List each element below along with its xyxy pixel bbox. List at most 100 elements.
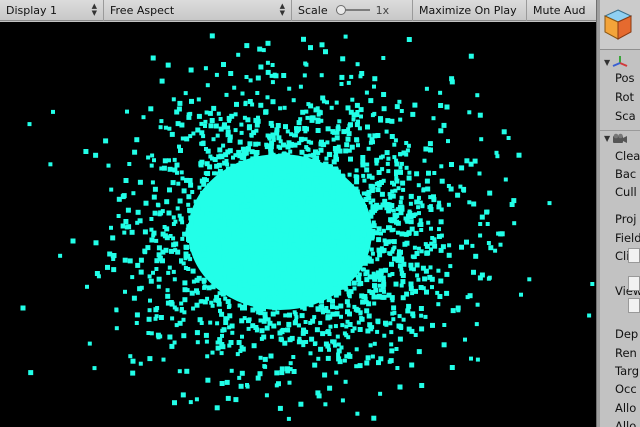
particle <box>234 101 239 107</box>
particle <box>177 198 183 204</box>
viewport-w-field[interactable] <box>628 298 640 313</box>
particle <box>345 319 350 324</box>
particle <box>325 126 331 132</box>
particle <box>447 243 452 248</box>
clipping-near-field[interactable] <box>628 248 640 263</box>
foldout-arrow-icon[interactable]: ▼ <box>604 134 610 143</box>
particle <box>318 172 323 177</box>
particle <box>335 126 341 132</box>
particle <box>288 361 293 366</box>
foldout-arrow-icon[interactable]: ▼ <box>604 58 610 67</box>
particle <box>283 278 289 283</box>
particle <box>396 230 400 235</box>
particle <box>245 178 250 183</box>
particle <box>277 242 282 247</box>
particle <box>375 203 380 208</box>
particle <box>184 136 190 142</box>
transform-section-header[interactable]: ▼ <box>600 54 640 70</box>
particle <box>299 313 305 319</box>
particle <box>265 40 271 46</box>
viewport-x-field[interactable] <box>628 276 640 291</box>
particle <box>179 170 184 175</box>
particle <box>190 190 195 194</box>
particle <box>170 316 175 321</box>
particle <box>185 233 190 238</box>
particle <box>237 139 243 145</box>
particle <box>314 282 319 287</box>
particle <box>233 184 239 190</box>
particle <box>413 230 419 236</box>
particle <box>356 119 360 124</box>
particle <box>190 268 196 274</box>
particle <box>270 198 275 203</box>
particle <box>341 283 346 287</box>
particle <box>289 335 295 341</box>
mute-audio-toggle[interactable]: Mute Aud <box>527 0 587 21</box>
camera-section-header[interactable]: ▼ <box>600 130 640 146</box>
particle <box>310 275 316 281</box>
particle <box>486 276 491 281</box>
particle <box>448 264 453 269</box>
particle <box>436 268 441 273</box>
particle <box>351 214 357 220</box>
particle <box>340 398 345 403</box>
particle <box>204 110 209 115</box>
particle <box>392 142 397 147</box>
particle <box>141 115 146 120</box>
particle <box>420 203 425 208</box>
scale-slider-thumb[interactable] <box>335 5 346 15</box>
particle <box>499 231 505 237</box>
particle <box>425 186 431 192</box>
particle <box>392 212 397 217</box>
particle <box>271 287 277 293</box>
particle <box>260 249 266 255</box>
particle <box>172 400 177 406</box>
particle <box>130 358 136 364</box>
camera-prop-occlusion-culling: Occ <box>615 382 637 396</box>
particle <box>357 248 363 254</box>
particle <box>400 270 405 275</box>
updown-arrows-icon: ▲ ▼ <box>91 2 97 17</box>
particle <box>180 236 185 241</box>
game-view-toolbar: Display 1 ▲ ▼ Free Aspect ▲ ▼ Scale 1x Max… <box>0 0 596 21</box>
maximize-on-play-toggle[interactable]: Maximize On Play <box>413 0 527 21</box>
particle <box>323 49 328 55</box>
particle <box>292 201 297 206</box>
particle <box>239 260 244 265</box>
particle <box>415 273 420 278</box>
particle <box>398 210 404 216</box>
particle <box>317 224 322 228</box>
game-viewport[interactable] <box>0 22 596 427</box>
particle <box>341 174 346 179</box>
particle <box>327 314 333 320</box>
particle <box>192 238 198 244</box>
particle <box>135 262 141 268</box>
particle <box>488 245 494 251</box>
camera-prop-target-texture: Targ <box>615 364 639 378</box>
particle <box>315 203 321 208</box>
particle <box>171 242 177 248</box>
particle <box>290 260 295 265</box>
particle <box>245 117 251 123</box>
particle <box>221 143 226 148</box>
aspect-dropdown[interactable]: Free Aspect ▲ ▼ <box>104 0 292 21</box>
particle <box>48 162 53 167</box>
particle <box>503 177 508 182</box>
particle <box>388 239 393 244</box>
particle <box>382 289 386 294</box>
particle <box>322 233 328 239</box>
particle <box>263 162 268 168</box>
particle <box>169 301 175 307</box>
particle <box>392 245 397 250</box>
particle <box>376 360 381 366</box>
particle <box>273 235 279 241</box>
scale-slider[interactable] <box>335 5 370 15</box>
display-dropdown[interactable]: Display 1 ▲ ▼ <box>0 0 104 21</box>
particle <box>93 152 99 158</box>
particle <box>272 305 278 311</box>
particle <box>321 99 326 104</box>
particle <box>202 284 207 289</box>
particle <box>410 291 415 296</box>
particle <box>408 286 414 291</box>
particle <box>375 187 381 193</box>
